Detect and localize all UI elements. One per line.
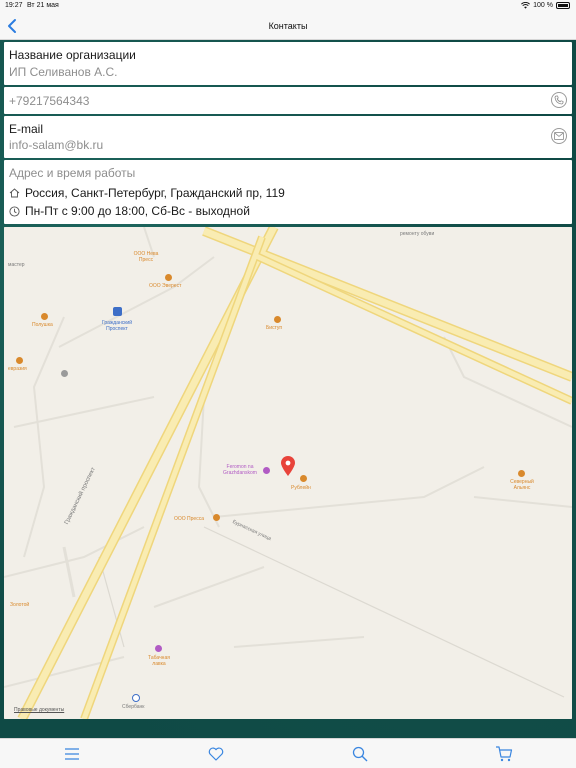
status-right: 100 %: [521, 2, 570, 9]
hours-text: Пн-Пт с 9:00 до 18:00, Сб-Вс - выходной: [25, 204, 250, 218]
email-label: E-mail: [9, 122, 44, 136]
map-label: Гражданский Проспект: [101, 320, 133, 332]
organization-value: ИП Селиванов А.С.: [9, 65, 118, 79]
phone-call-button[interactable]: [551, 92, 567, 108]
battery-icon: [556, 2, 570, 9]
address-text: Россия, Санкт-Петербург, Гражданский пр,…: [25, 186, 285, 200]
home-icon: [9, 188, 20, 198]
envelope-icon: [554, 132, 564, 140]
email-card[interactable]: E-mail info-salam@bk.ru: [4, 116, 572, 158]
map-label: Золотой: [10, 602, 30, 608]
menu-icon[interactable]: [63, 745, 81, 763]
organization-label: Название организации: [9, 48, 136, 62]
map-label: ООО Эверест: [149, 283, 182, 289]
hours-row: Пн-Пт с 9:00 до 18:00, Сб-Вс - выходной: [9, 204, 250, 218]
food-icon: [300, 475, 307, 482]
map-view[interactable]: ремонту обуви ООО Нева Пресс ООО Эверест…: [4, 227, 572, 719]
address-card: Адрес и время работы Россия, Санкт-Петер…: [4, 160, 572, 224]
phone-icon: [554, 95, 564, 105]
status-bar: 19:27 Вт 21 мая 100 %: [0, 0, 576, 12]
organization-card: Название организации ИП Селиванов А.С.: [4, 42, 572, 85]
shop-icon: [155, 645, 162, 652]
map-label: Северный Альянс: [510, 479, 534, 491]
clock-icon: [9, 205, 20, 217]
map-label: ООО Пресса: [174, 516, 204, 522]
bank-icon: [132, 694, 140, 702]
heart-icon[interactable]: [207, 745, 225, 763]
shop-icon: [165, 274, 172, 281]
cart-icon[interactable]: [495, 745, 513, 763]
shop-icon: [213, 514, 220, 521]
shop-icon: [16, 357, 23, 364]
phone-value: +79217564343: [9, 94, 90, 108]
shop-icon: [263, 467, 270, 474]
map-label: Полушка: [32, 322, 53, 328]
map-label: евразия: [8, 366, 27, 372]
email-value: info-salam@bk.ru: [9, 138, 104, 152]
email-send-button[interactable]: [551, 128, 567, 144]
map-label: Табачная лавка: [148, 655, 170, 667]
shop-icon: [41, 313, 48, 320]
map-label: Feromon na Grazhdanskom: [223, 464, 257, 476]
map-label: Рублейн: [291, 485, 311, 491]
status-date: Вт 21 мая: [27, 2, 59, 9]
wifi-icon: [521, 2, 531, 9]
search-icon[interactable]: [351, 745, 369, 763]
phone-card[interactable]: +79217564343: [4, 87, 572, 114]
map-label: Сбербанк: [122, 704, 145, 710]
place-icon: [61, 370, 68, 377]
map-label: Биступ: [266, 325, 283, 331]
battery-percent: 100 %: [533, 2, 553, 9]
legal-link[interactable]: Правовые документы: [14, 707, 64, 713]
shop-icon: [518, 470, 525, 477]
tab-bar: [0, 738, 576, 768]
map-label: ремонту обуви: [400, 231, 435, 237]
navigation-bar: Контакты: [0, 12, 576, 40]
status-time: 19:27: [5, 2, 23, 9]
map-label: ООО Нева Пресс: [133, 251, 159, 263]
location-pin-icon: [281, 456, 295, 476]
address-row: Россия, Санкт-Петербург, Гражданский пр,…: [9, 186, 285, 200]
cafe-icon: [274, 316, 281, 323]
address-label: Адрес и время работы: [9, 166, 136, 180]
map-label: мастер: [8, 262, 25, 268]
metro-icon: [113, 307, 122, 316]
page-title: Контакты: [268, 21, 308, 31]
